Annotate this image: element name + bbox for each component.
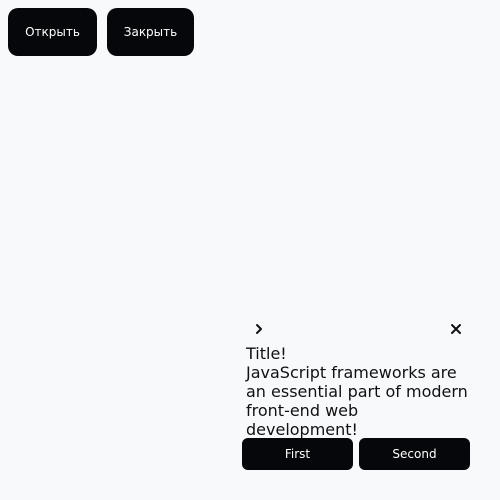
popup-title: Title! xyxy=(246,344,287,363)
popup-message: JavaScript frameworks are an essential p… xyxy=(246,363,468,439)
open-button[interactable]: Открыть xyxy=(8,8,97,56)
popup-panel: Title! JavaScript frameworks are an esse… xyxy=(242,314,470,470)
second-button[interactable]: Second xyxy=(359,438,470,470)
chevron-right-icon[interactable] xyxy=(248,318,270,340)
close-button[interactable]: Закрыть xyxy=(107,8,194,56)
first-button[interactable]: First xyxy=(242,438,353,470)
close-icon[interactable] xyxy=(445,318,467,340)
